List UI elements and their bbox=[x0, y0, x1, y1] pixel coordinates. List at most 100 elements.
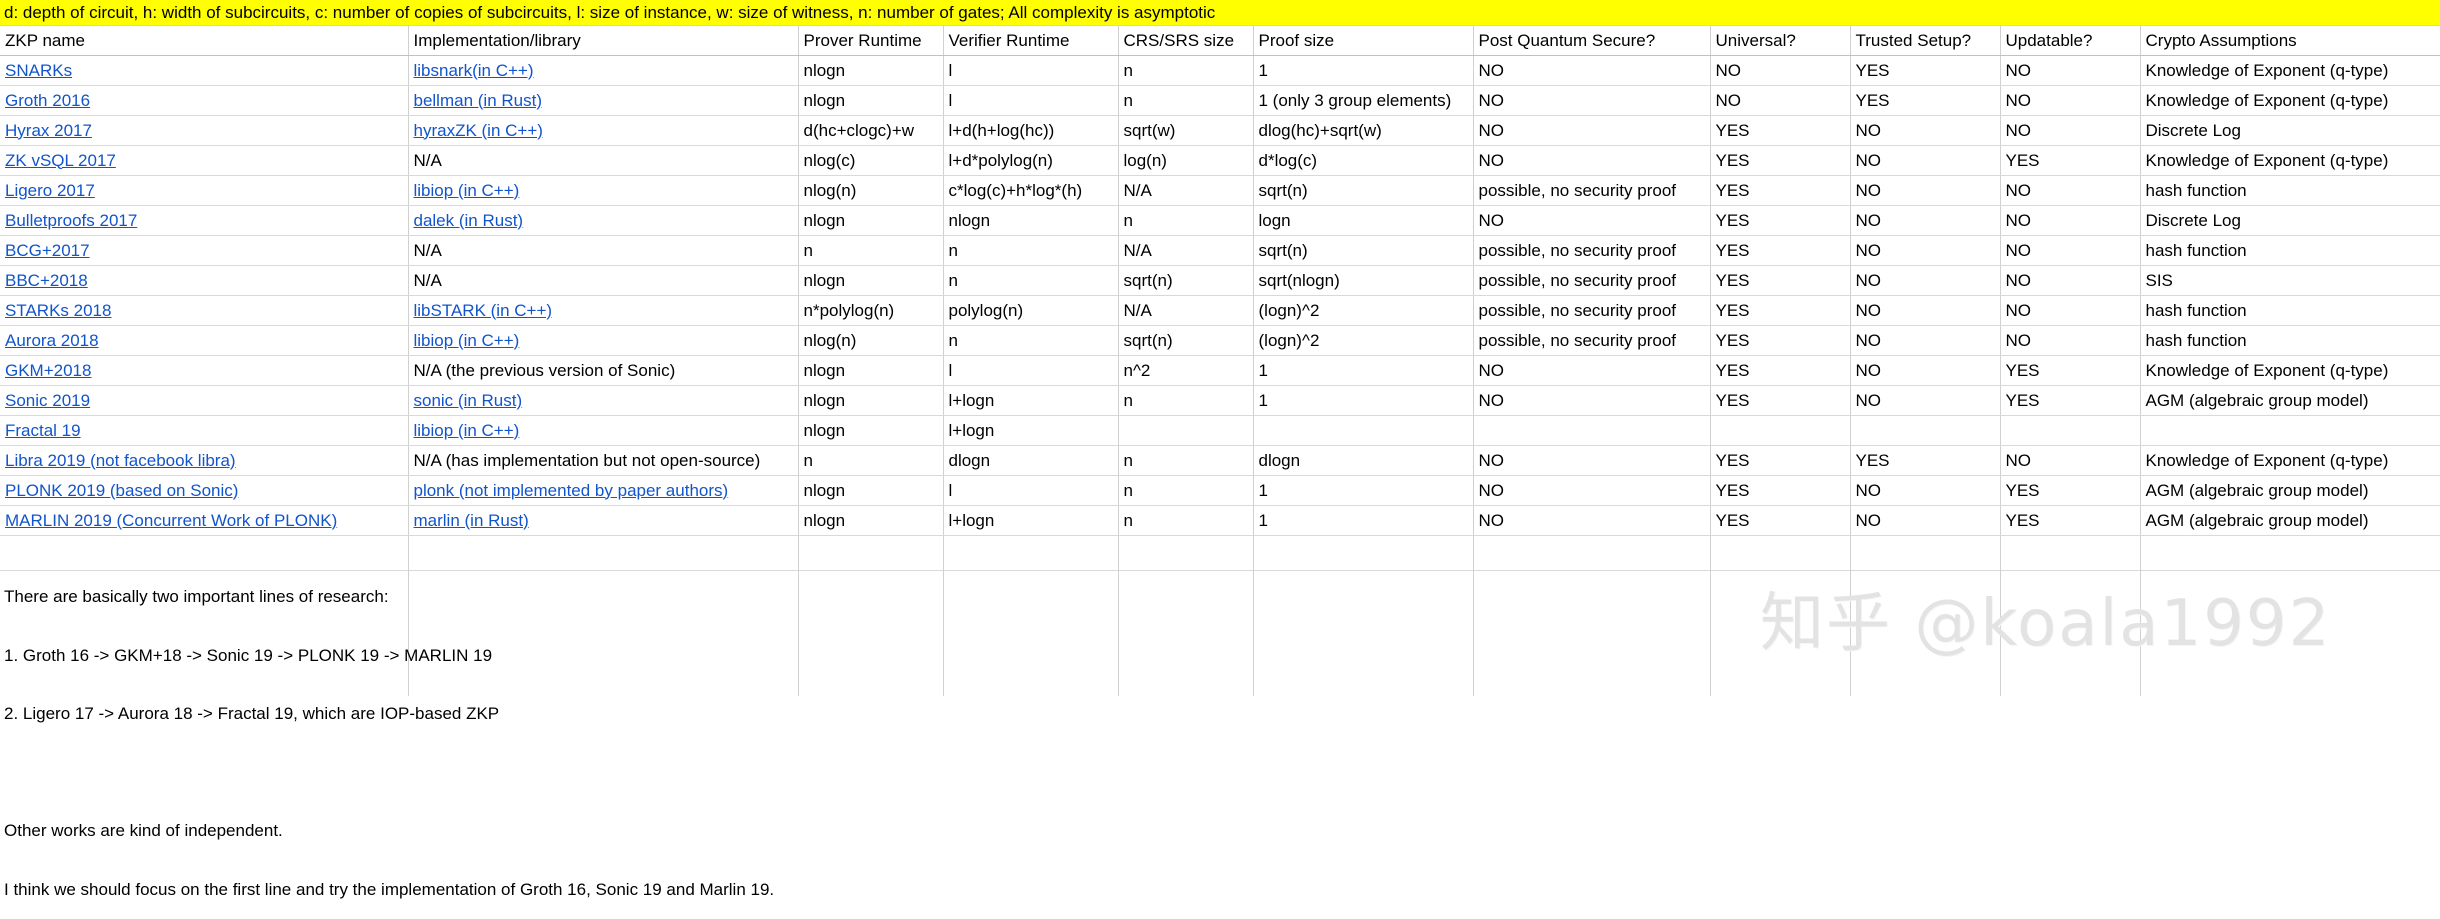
column-header-crs-srs-size: CRS/SRS size bbox=[1118, 26, 1254, 56]
cell-post-quantum-secure: NO bbox=[1473, 85, 1711, 116]
cell-implementation[interactable]: libiop (in C++) bbox=[408, 175, 799, 206]
cell-post-quantum-secure: NO bbox=[1473, 55, 1711, 86]
link-implementation[interactable]: libiop (in C++) bbox=[414, 331, 520, 350]
cell-universal: YES bbox=[1710, 145, 1851, 176]
link-implementation[interactable]: libiop (in C++) bbox=[414, 421, 520, 440]
cell-implementation[interactable]: sonic (in Rust) bbox=[408, 385, 799, 416]
cell-zkp-name[interactable]: Fractal 19 bbox=[0, 415, 409, 446]
cell-universal: NO bbox=[1710, 85, 1851, 116]
cell-zkp-name[interactable]: Libra 2019 (not facebook libra) bbox=[0, 445, 409, 476]
cell-proof-size: sqrt(n) bbox=[1253, 235, 1474, 266]
cell-prover-runtime: nlogn bbox=[798, 55, 944, 86]
cell-crs-srs-size: sqrt(w) bbox=[1118, 115, 1254, 146]
link-implementation[interactable]: libSTARK (in C++) bbox=[414, 301, 553, 320]
cell-implementation[interactable]: marlin (in Rust) bbox=[408, 505, 799, 536]
table-row: MARLIN 2019 (Concurrent Work of PLONK) ma… bbox=[0, 505, 2440, 536]
link-implementation[interactable]: dalek (in Rust) bbox=[414, 211, 524, 230]
link-zkp-name[interactable]: BCG+2017 bbox=[5, 241, 90, 260]
cell-verifier-runtime: l bbox=[943, 355, 1119, 386]
cell-zkp-name[interactable]: SNARKs bbox=[0, 55, 409, 86]
cell-prover-runtime: nlogn bbox=[798, 265, 944, 296]
link-zkp-name[interactable]: GKM+2018 bbox=[5, 361, 91, 380]
cell-zkp-name[interactable]: Bulletproofs 2017 bbox=[0, 205, 409, 236]
column-header-zkp-name: ZKP name bbox=[0, 26, 409, 56]
cell-crypto-assumptions: hash function bbox=[2140, 325, 2440, 356]
cell-trusted-setup: YES bbox=[1850, 85, 2001, 116]
link-zkp-name[interactable]: SNARKs bbox=[5, 61, 72, 80]
cell-zkp-name[interactable]: ZK vSQL 2017 bbox=[0, 145, 409, 176]
cell-implementation[interactable]: plonk (not implemented by paper authors) bbox=[408, 475, 799, 506]
cell-verifier-runtime: nlogn bbox=[943, 205, 1119, 236]
link-zkp-name[interactable]: Groth 2016 bbox=[5, 91, 90, 110]
cell-zkp-name[interactable]: BCG+2017 bbox=[0, 235, 409, 266]
table-header-row: ZKP name Implementation/library Prover Run… bbox=[0, 26, 2440, 56]
legend-banner: d: depth of circuit, h: width of subcirc… bbox=[0, 0, 2440, 26]
cell-zkp-name[interactable]: BBC+2018 bbox=[0, 265, 409, 296]
cell-zkp-name[interactable]: Aurora 2018 bbox=[0, 325, 409, 356]
grid-vertical-line bbox=[1473, 540, 1474, 696]
link-implementation[interactable]: plonk (not implemented by paper authors) bbox=[414, 481, 729, 500]
cell-proof-size: 1 bbox=[1253, 475, 1474, 506]
cell-proof-size bbox=[1253, 415, 1474, 446]
cell-implementation[interactable]: libiop (in C++) bbox=[408, 415, 799, 446]
link-zkp-name[interactable]: STARKs 2018 bbox=[5, 301, 111, 320]
cell-zkp-name[interactable]: PLONK 2019 (based on Sonic) bbox=[0, 475, 409, 506]
cell-updatable: NO bbox=[2000, 445, 2141, 476]
cell-crypto-assumptions: SIS bbox=[2140, 265, 2440, 296]
cell-crs-srs-size: n bbox=[1118, 505, 1254, 536]
cell-crypto-assumptions: AGM (algebraic group model) bbox=[2140, 475, 2440, 506]
cell-proof-size: (logn)^2 bbox=[1253, 325, 1474, 356]
cell-crs-srs-size: sqrt(n) bbox=[1118, 265, 1254, 296]
link-zkp-name[interactable]: Hyrax 2017 bbox=[5, 121, 92, 140]
cell-implementation[interactable]: libiop (in C++) bbox=[408, 325, 799, 356]
cell-prover-runtime: nlogn bbox=[798, 415, 944, 446]
cell-proof-size: 1 bbox=[1253, 505, 1474, 536]
cell-zkp-name[interactable]: Hyrax 2017 bbox=[0, 115, 409, 146]
cell-zkp-name[interactable]: Groth 2016 bbox=[0, 85, 409, 116]
link-implementation[interactable]: bellman (in Rust) bbox=[414, 91, 543, 110]
cell-prover-runtime: nlogn bbox=[798, 205, 944, 236]
cell-updatable: YES bbox=[2000, 145, 2141, 176]
link-zkp-name[interactable]: PLONK 2019 (based on Sonic) bbox=[5, 481, 238, 500]
link-zkp-name[interactable]: Aurora 2018 bbox=[5, 331, 99, 350]
link-implementation[interactable]: libsnark(in C++) bbox=[414, 61, 534, 80]
cell-post-quantum-secure: possible, no security proof bbox=[1473, 325, 1711, 356]
cell-zkp-name[interactable]: STARKs 2018 bbox=[0, 295, 409, 326]
link-zkp-name[interactable]: Libra 2019 (not facebook libra) bbox=[5, 451, 236, 470]
cell-universal: YES bbox=[1710, 385, 1851, 416]
link-zkp-name[interactable]: Bulletproofs 2017 bbox=[5, 211, 137, 230]
cell-crypto-assumptions: hash function bbox=[2140, 175, 2440, 206]
cell-implementation[interactable]: libsnark(in C++) bbox=[408, 55, 799, 86]
link-zkp-name[interactable]: ZK vSQL 2017 bbox=[5, 151, 116, 170]
link-implementation[interactable]: sonic (in Rust) bbox=[414, 391, 523, 410]
link-zkp-name[interactable]: Sonic 2019 bbox=[5, 391, 90, 410]
cell-zkp-name[interactable]: Sonic 2019 bbox=[0, 385, 409, 416]
cell-universal: YES bbox=[1710, 175, 1851, 206]
table-body: ZKP name Implementation/library Prover Run… bbox=[0, 26, 2440, 571]
cell-crs-srs-size: n bbox=[1118, 385, 1254, 416]
cell-zkp-name[interactable]: Ligero 2017 bbox=[0, 175, 409, 206]
cell-implementation[interactable]: libSTARK (in C++) bbox=[408, 295, 799, 326]
cell-universal: YES bbox=[1710, 295, 1851, 326]
cell-crs-srs-size bbox=[1118, 415, 1254, 446]
cell-prover-runtime: n*polylog(n) bbox=[798, 295, 944, 326]
cell-post-quantum-secure: NO bbox=[1473, 475, 1711, 506]
cell-implementation[interactable]: bellman (in Rust) bbox=[408, 85, 799, 116]
cell-zkp-name[interactable]: MARLIN 2019 (Concurrent Work of PLONK) bbox=[0, 505, 409, 536]
link-zkp-name[interactable]: Ligero 2017 bbox=[5, 181, 95, 200]
cell-post-quantum-secure bbox=[1473, 415, 1711, 446]
link-zkp-name[interactable]: BBC+2018 bbox=[5, 271, 88, 290]
link-implementation[interactable]: libiop (in C++) bbox=[414, 181, 520, 200]
link-zkp-name[interactable]: Fractal 19 bbox=[5, 421, 81, 440]
table-row: Groth 2016 bellman (in Rust) nlogn l n 1 (onl… bbox=[0, 85, 2440, 116]
link-zkp-name[interactable]: MARLIN 2019 (Concurrent Work of PLONK) bbox=[5, 511, 337, 530]
notes-block: There are basically two important lines … bbox=[4, 548, 774, 919]
cell-implementation[interactable]: hyraxZK (in C++) bbox=[408, 115, 799, 146]
cell-trusted-setup: NO bbox=[1850, 175, 2001, 206]
link-implementation[interactable]: marlin (in Rust) bbox=[414, 511, 529, 530]
column-header-verifier-runtime: Verifier Runtime bbox=[943, 26, 1119, 56]
cell-updatable: NO bbox=[2000, 85, 2141, 116]
link-implementation[interactable]: hyraxZK (in C++) bbox=[414, 121, 543, 140]
cell-implementation[interactable]: dalek (in Rust) bbox=[408, 205, 799, 236]
cell-zkp-name[interactable]: GKM+2018 bbox=[0, 355, 409, 386]
